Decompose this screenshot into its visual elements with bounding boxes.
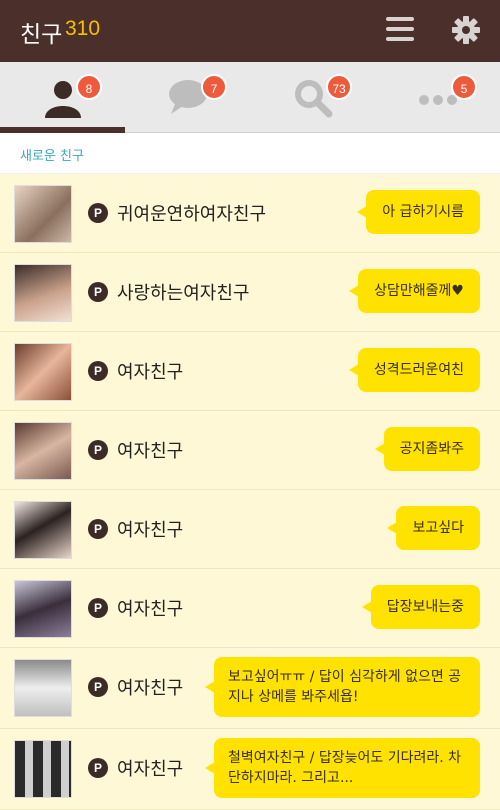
section-header: 새로운 친구 — [0, 133, 500, 174]
status-message: 보고싶어ㅠㅠ / 답이 심각하게 없으면 공지나 상메를 봐주세욥! — [205, 657, 480, 717]
avatar — [14, 343, 72, 401]
list-item[interactable]: 여자친구 보고싶다 — [0, 490, 500, 569]
avatar — [14, 659, 72, 717]
tab-more[interactable]: 5 — [375, 62, 500, 132]
status-message: 상담만해줄께♥ — [349, 269, 480, 313]
gear-icon[interactable] — [450, 14, 482, 46]
friend-name: 여자친구 — [117, 678, 184, 699]
list-item[interactable]: 여자친구 성격드러운여친 — [0, 332, 500, 411]
friend-name: 여자친구 — [117, 441, 184, 462]
status-p-icon — [88, 440, 108, 460]
friend-name: 사랑하는여자친구 — [117, 283, 250, 304]
status-message: 답장보내는중 — [361, 585, 480, 629]
list-item[interactable]: 사랑하는여자친구 상담만해줄께♥ — [0, 253, 500, 332]
status-p-icon — [88, 519, 108, 539]
status-message: 성격드러운여친 — [348, 348, 480, 392]
tab-more-badge: 5 — [451, 74, 477, 100]
tab-chats-badge: 7 — [201, 74, 227, 100]
friend-name: 여자친구 — [117, 759, 184, 780]
friend-count: 310 — [65, 17, 101, 40]
avatar — [14, 501, 72, 559]
friend-name: 여자친구 — [117, 520, 184, 541]
status-p-icon — [88, 598, 108, 618]
status-message: 보고싶다 — [387, 506, 480, 550]
status-message: 아 급하기시름 — [357, 190, 480, 234]
tab-search-badge: 73 — [326, 74, 352, 100]
status-message: 공지좀봐주 — [374, 427, 480, 471]
tab-bar: 8 7 73 5 — [0, 62, 500, 133]
avatar — [14, 422, 72, 480]
avatar — [14, 740, 72, 798]
status-p-icon — [88, 203, 108, 223]
list-item[interactable]: 귀여운연하여자친구 아 급하기시름 — [0, 174, 500, 253]
top-bar: 친구 310 — [0, 0, 500, 62]
avatar — [14, 580, 72, 638]
status-p-icon — [88, 361, 108, 381]
avatar — [14, 264, 72, 322]
status-message: 철벽여자친구 / 답장늦어도 기다려라. 차단하지마라. 그리고... — [205, 738, 480, 798]
status-p-icon — [88, 282, 108, 302]
list-item[interactable]: 여자친구 답장보내는중 — [0, 569, 500, 648]
status-p-icon — [88, 758, 108, 778]
tab-search[interactable]: 73 — [250, 62, 375, 132]
status-p-icon — [88, 677, 108, 697]
section-label: 새로운 친구 — [20, 149, 84, 164]
menu-icon[interactable] — [386, 17, 414, 45]
tab-chats[interactable]: 7 — [125, 62, 250, 132]
tab-friends[interactable]: 8 — [0, 62, 125, 133]
friend-name: 여자친구 — [117, 362, 184, 383]
page-title: 친구 — [20, 22, 63, 48]
friend-name: 여자친구 — [117, 599, 184, 620]
list-item[interactable]: 여자친구 공지좀봐주 — [0, 411, 500, 490]
tab-friends-badge: 8 — [76, 74, 102, 100]
list-item[interactable]: 여자친구 보고싶어ㅠㅠ / 답이 심각하게 없으면 공지나 상메를 봐주세욥! — [0, 648, 500, 729]
avatar — [14, 185, 72, 243]
list-item[interactable]: 여자친구 철벽여자친구 / 답장늦어도 기다려라. 차단하지마라. 그리고... — [0, 729, 500, 810]
friend-name: 귀여운연하여자친구 — [117, 204, 267, 225]
